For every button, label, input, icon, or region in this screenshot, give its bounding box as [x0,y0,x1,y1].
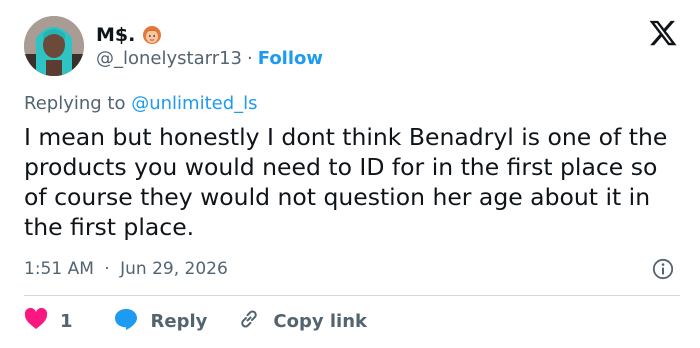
tweet-text: I mean but honestly I dont think Benadry… [24,123,668,241]
divider [24,295,680,296]
name-row: M$. [96,22,163,48]
tweet-card: M$. @_lonelystarr13 · Follow Replying to… [0,0,700,348]
like-button[interactable]: 1 [24,307,73,335]
user-handle[interactable]: @_lonelystarr13 [96,48,242,69]
tweet-date: Jun 29, 2026 [120,259,228,279]
handle-separator: · [247,48,253,69]
copy-link-button[interactable]: Copy link [237,307,367,336]
copy-link-label: Copy link [273,310,367,332]
link-icon [237,307,261,336]
info-icon[interactable] [652,258,674,280]
follow-button[interactable]: Follow [258,48,323,69]
tweet-time: 1:51 AM [24,259,94,279]
tweet-actions: 1 Reply Copy link [24,306,367,336]
reply-label: Reply [150,310,208,332]
reply-mention-link[interactable]: @unlimited_ls [131,93,257,114]
tweet-timestamp[interactable]: 1:51 AM · Jun 29, 2026 [24,259,228,279]
like-count: 1 [60,310,73,332]
reply-bubble-icon [113,307,139,336]
reply-button[interactable]: Reply [113,307,208,336]
handle-row: @_lonelystarr13 · Follow [96,48,323,69]
woman-redhair-emoji-icon [141,24,163,46]
display-name[interactable]: M$. [96,24,135,46]
replying-to-label: Replying to [24,93,126,114]
replying-to-line: Replying to @unlimited_ls [24,93,258,114]
heart-icon [24,307,48,335]
avatar[interactable] [24,16,84,76]
x-logo-icon[interactable] [648,18,678,48]
timestamp-separator: · [104,259,110,279]
